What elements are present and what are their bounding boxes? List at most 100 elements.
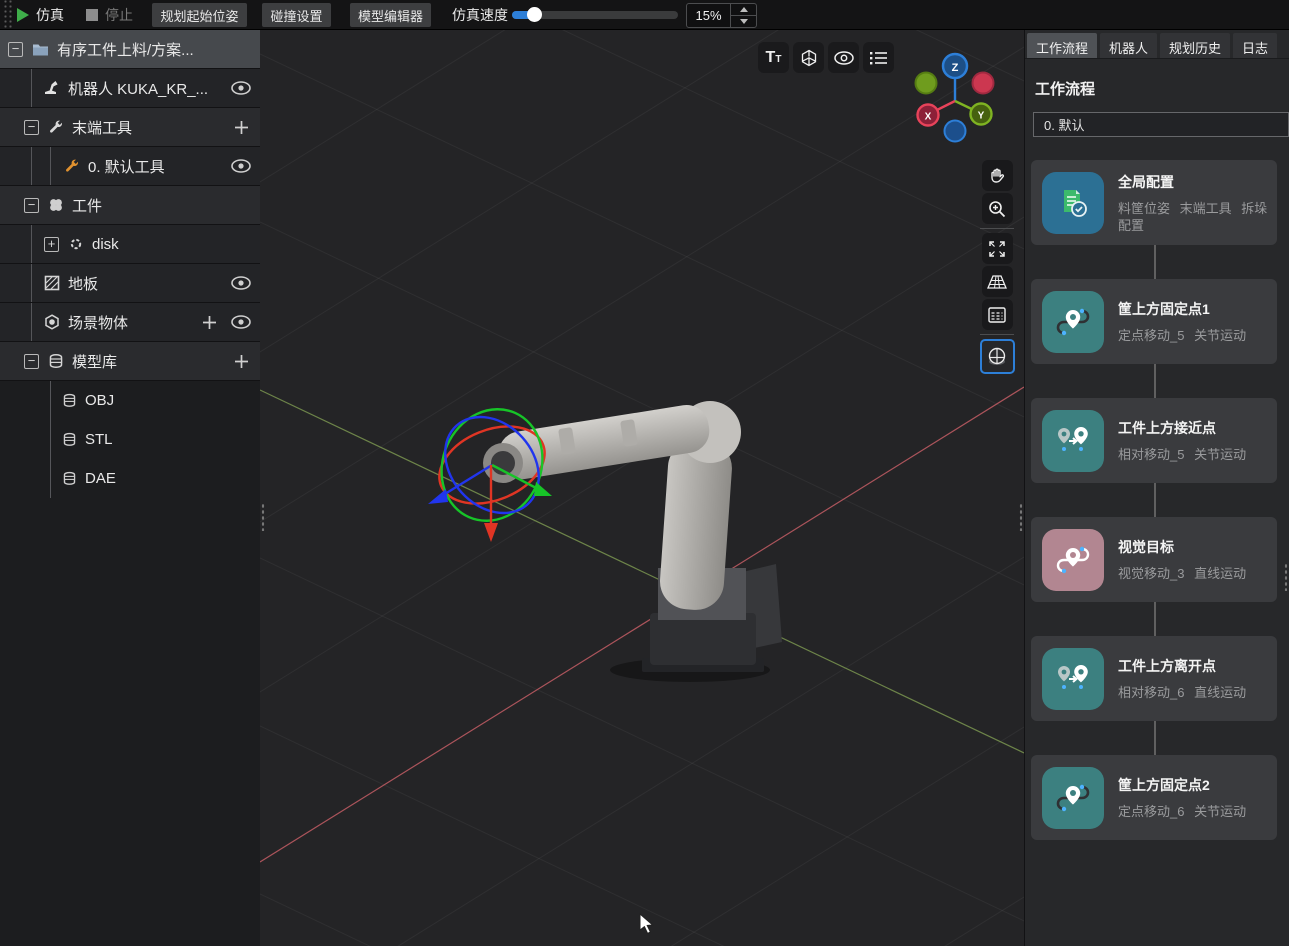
list-view-button[interactable] [863, 42, 894, 73]
tree-item-label: STL [85, 431, 113, 448]
tree-item-floor[interactable]: 地板 [0, 264, 260, 303]
tree-item-label: 有序工件上料/方案... [57, 39, 194, 60]
card-title: 筐上方固定点1 [1118, 299, 1246, 319]
model-display-button[interactable] [793, 42, 824, 73]
left-splitter-handle[interactable] [261, 503, 265, 531]
collapse-icon[interactable]: − [24, 354, 39, 369]
workflow-card-approach-point[interactable]: 工件上方接近点 相对移动_5 关节运动 [1031, 398, 1277, 483]
tree-item-disk[interactable]: + disk [0, 225, 260, 264]
axis-x-handle[interactable]: X [918, 105, 939, 126]
tree-item-scene-objects[interactable]: 场景物体 [0, 303, 260, 342]
expand-icon[interactable]: + [44, 237, 59, 252]
toolbar-drag-handle[interactable] [2, 0, 12, 30]
fit-view-button[interactable] [982, 233, 1013, 264]
collapse-icon[interactable]: − [8, 42, 23, 57]
spinner-increment-button[interactable] [731, 4, 756, 16]
panel-tabs: 工作流程 机器人 规划历史 日志 [1025, 30, 1289, 59]
visibility-eye-icon[interactable] [228, 315, 254, 329]
pan-tool-button[interactable] [982, 160, 1013, 191]
collapse-icon[interactable]: − [24, 120, 39, 135]
global-config-icon [1042, 172, 1104, 234]
toolbar-separator [980, 334, 1014, 335]
zoom-in-icon [988, 200, 1006, 218]
down-arrow-icon [740, 19, 748, 24]
tree-item-end-tools[interactable]: − 末端工具 [0, 108, 260, 147]
flow-connector [1154, 364, 1156, 398]
tree-item-stl[interactable]: STL [0, 420, 260, 459]
card-subtitle: 相对移动_6 直线运动 [1118, 684, 1246, 701]
sim-speed-spinner: 15% [686, 3, 757, 28]
tree-item-model-library[interactable]: − 模型库 [0, 342, 260, 381]
plan-start-pose-button[interactable]: 规划起始位姿 [152, 3, 247, 27]
slider-thumb[interactable] [527, 7, 542, 22]
visibility-eye-icon[interactable] [228, 159, 254, 173]
run-label: 仿真 [36, 5, 64, 25]
sim-speed-value[interactable]: 15% [687, 4, 730, 27]
flow-connector [1154, 245, 1156, 279]
workflow-select[interactable]: 0. 默认 [1033, 112, 1289, 137]
visibility-eye-icon[interactable] [228, 81, 254, 95]
tree-item-default-tool[interactable]: 0. 默认工具 [0, 147, 260, 186]
workflow-card-fixed-point-2[interactable]: 筐上方固定点2 定点移动_6 关节运动 [1031, 755, 1277, 840]
card-subtitle: 定点移动_6 关节运动 [1118, 803, 1246, 820]
axis-neg-z-handle[interactable] [945, 121, 966, 142]
spinner-decrement-button[interactable] [731, 16, 756, 27]
ground-grid-button[interactable] [982, 266, 1013, 297]
axis-y-handle[interactable]: Y [971, 104, 992, 125]
axis-z-handle[interactable]: Z [943, 54, 967, 78]
card-title: 工件上方离开点 [1118, 656, 1246, 676]
axis-neg-x-handle[interactable] [973, 73, 994, 94]
tab-plan-history[interactable]: 规划历史 [1160, 33, 1230, 58]
workflow-card-depart-point[interactable]: 工件上方离开点 相对移动_6 直线运动 [1031, 636, 1277, 721]
lines-panel-icon [988, 307, 1006, 323]
workflow-card-fixed-point-1[interactable]: 筐上方固定点1 定点移动_5 关节运动 [1031, 279, 1277, 364]
add-scene-object-button[interactable] [196, 315, 222, 330]
tree-guide [31, 69, 32, 107]
stop-simulation-button[interactable]: 停止 [86, 0, 133, 30]
sim-speed-slider[interactable] [512, 11, 678, 19]
orientation-gizmo[interactable]: Z X Y [900, 48, 1010, 152]
tree-item-label: DAE [85, 470, 116, 487]
text-display-button[interactable]: TT [758, 42, 789, 73]
tree-item-workpieces[interactable]: − 工件 [0, 186, 260, 225]
viewport-3d[interactable]: TT Z [260, 30, 1024, 946]
tree-item-dae[interactable]: DAE [0, 459, 260, 498]
workflow-panel: 工作流程 机器人 规划历史 日志 工作流程 0. 默认 全局配置 料筐位姿 末端… [1024, 30, 1289, 946]
add-tool-button[interactable] [228, 120, 254, 135]
tree-item-label: 末端工具 [72, 117, 132, 138]
zoom-tool-button[interactable] [982, 193, 1013, 224]
collision-settings-button[interactable]: 碰撞设置 [262, 3, 331, 27]
card-subtitle: 定点移动_5 关节运动 [1118, 327, 1246, 344]
tree-item-obj[interactable]: OBJ [0, 381, 260, 420]
model-editor-button[interactable]: 模型编辑器 [350, 3, 431, 27]
layers-list-button[interactable] [982, 299, 1013, 330]
workpiece-icon [48, 197, 64, 213]
tab-workflow[interactable]: 工作流程 [1027, 33, 1097, 58]
tab-log[interactable]: 日志 [1233, 33, 1277, 58]
tree-item-label: 地板 [68, 273, 98, 294]
tree-item-project[interactable]: − 有序工件上料/方案... [0, 30, 260, 69]
run-simulation-button[interactable]: 仿真 [17, 0, 64, 30]
visibility-eye-icon[interactable] [228, 276, 254, 290]
stop-icon [86, 9, 98, 21]
visibility-button[interactable] [828, 42, 859, 73]
tree-item-label: disk [92, 236, 119, 253]
axis-neg-y-handle[interactable] [916, 73, 937, 94]
flow-connector [1154, 483, 1156, 517]
tree-item-robot[interactable]: 机器人 KUKA_KR_... [0, 69, 260, 108]
orbit-view-button[interactable] [980, 339, 1015, 374]
workflow-step-list: 全局配置 料筐位姿 末端工具 拆垛配置 筐上方固定点1 定点移动_5 关节运动 [1031, 160, 1279, 840]
add-model-button[interactable] [228, 354, 254, 369]
globe-icon [986, 347, 1008, 367]
scene-canvas [260, 30, 1024, 946]
folder-icon [32, 42, 49, 57]
collapse-icon[interactable]: − [24, 198, 39, 213]
tree-guide [50, 420, 51, 459]
panel-resize-handle[interactable] [1284, 563, 1288, 591]
right-splitter-handle[interactable] [1019, 503, 1023, 531]
workflow-card-vision-target[interactable]: 视觉目标 视觉移动_3 直线运动 [1031, 517, 1277, 602]
cube-icon [800, 49, 818, 67]
card-title: 筐上方固定点2 [1118, 775, 1246, 795]
tab-robot[interactable]: 机器人 [1100, 33, 1157, 58]
workflow-card-global-config[interactable]: 全局配置 料筐位姿 末端工具 拆垛配置 [1031, 160, 1277, 245]
